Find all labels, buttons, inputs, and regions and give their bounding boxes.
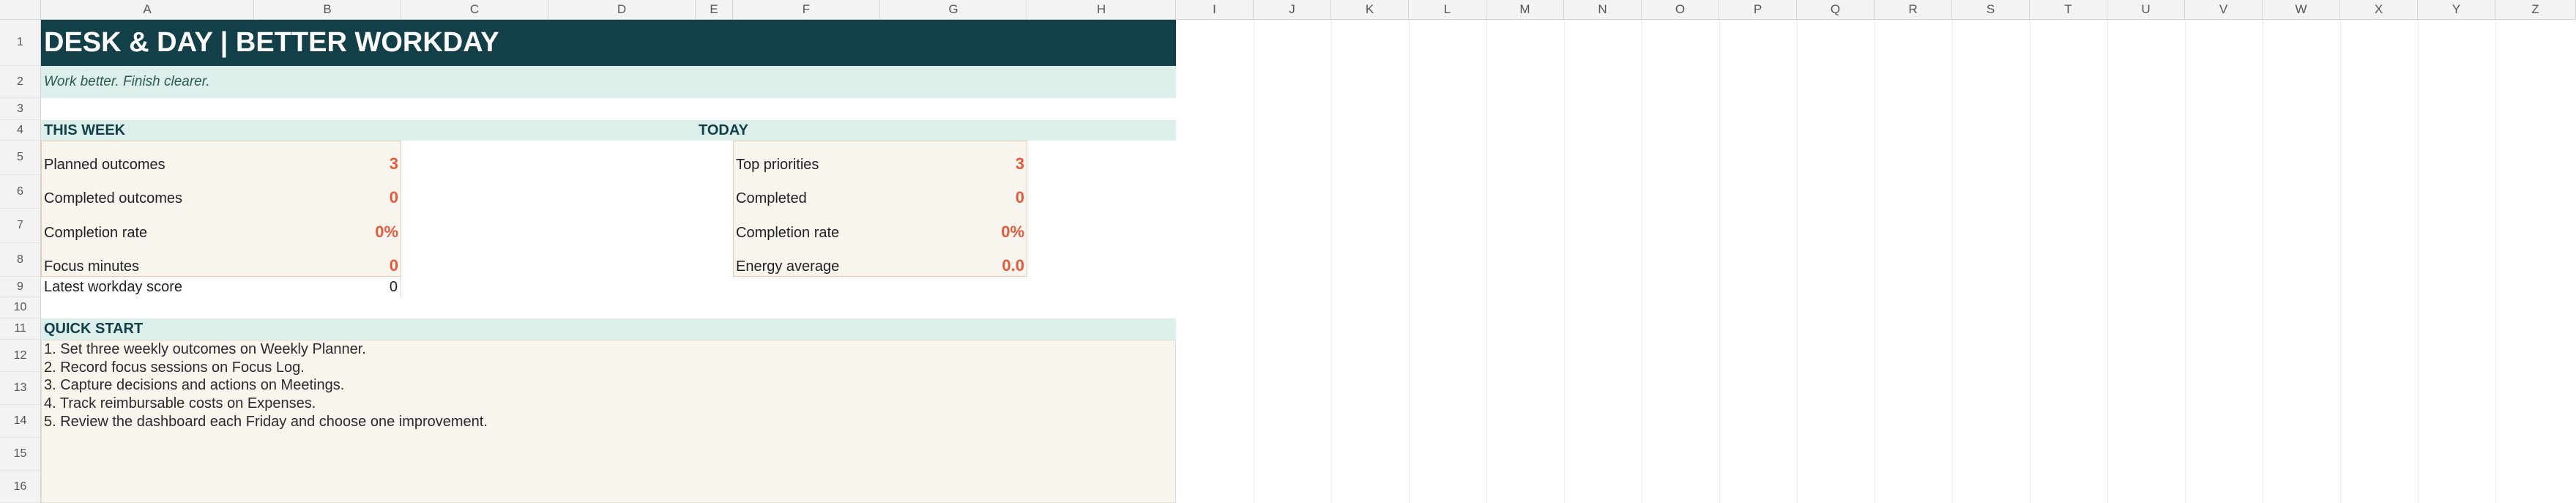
kpi-label-energy-average[interactable]: Energy average xyxy=(733,243,880,277)
row-header-14[interactable]: 14 xyxy=(0,405,41,438)
kpi-value-focus-minutes[interactable]: 0 xyxy=(254,243,401,277)
column-header-o[interactable]: O xyxy=(1642,0,1719,20)
dashboard-title[interactable]: DESK & DAY | BETTER WORKDAY xyxy=(41,20,1176,66)
column-header-p[interactable]: P xyxy=(1719,0,1797,20)
kpi-value-completed-outcomes[interactable]: 0 xyxy=(254,175,401,209)
kpi-value-planned-outcomes[interactable]: 3 xyxy=(254,141,401,175)
grid-line xyxy=(2107,20,2108,503)
grid-line xyxy=(1719,20,1720,503)
grid-line xyxy=(2495,20,2496,503)
grid-line xyxy=(1409,20,1410,503)
quick-start-step-2[interactable]: 2. Record focus sessions on Focus Log. xyxy=(44,359,305,376)
row-header-3[interactable]: 3 xyxy=(0,98,41,120)
spreadsheet-grid: A B C D E F G H I J K L M N O P Q R S T … xyxy=(0,0,2576,503)
row-header-16[interactable]: 16 xyxy=(0,471,41,503)
quick-start-step-3[interactable]: 3. Capture decisions and actions on Meet… xyxy=(44,377,344,394)
kpi-value-completion-rate-today[interactable]: 0% xyxy=(880,209,1027,243)
quick-start-step-4[interactable]: 4. Track reimbursable costs on Expenses. xyxy=(44,395,316,412)
column-header-k[interactable]: K xyxy=(1331,0,1409,20)
kpi-value-completed-today[interactable]: 0 xyxy=(880,175,1027,209)
row-header-5[interactable]: 5 xyxy=(0,141,41,175)
column-header-g[interactable]: G xyxy=(880,0,1027,20)
column-header-c[interactable]: C xyxy=(401,0,548,20)
select-all-corner[interactable] xyxy=(0,0,41,20)
kpi-label-top-priorities[interactable]: Top priorities xyxy=(733,141,880,175)
column-header-u[interactable]: U xyxy=(2107,0,2185,20)
row-header-10[interactable]: 10 xyxy=(0,297,41,318)
column-header-b[interactable]: B xyxy=(254,0,401,20)
row-header-11[interactable]: 11 xyxy=(0,318,41,340)
grid-line xyxy=(1486,20,1487,503)
column-header-d[interactable]: D xyxy=(548,0,696,20)
row-header-15[interactable]: 15 xyxy=(0,438,41,471)
quick-start-heading[interactable]: QUICK START xyxy=(41,318,1176,340)
row-header-13[interactable]: 13 xyxy=(0,372,41,405)
kpi-label-completed-outcomes[interactable]: Completed outcomes xyxy=(41,175,254,209)
kpi-value-top-priorities[interactable]: 3 xyxy=(880,141,1027,175)
row-header-7[interactable]: 7 xyxy=(0,209,41,243)
column-header-y[interactable]: Y xyxy=(2418,0,2495,20)
column-header-j[interactable]: J xyxy=(1254,0,1331,20)
column-header-h[interactable]: H xyxy=(1027,0,1176,20)
latest-workday-score-value[interactable]: 0 xyxy=(254,277,401,297)
latest-workday-score-label[interactable]: Latest workday score xyxy=(41,277,254,297)
dashboard-subtitle[interactable]: Work better. Finish clearer. xyxy=(41,66,1176,98)
column-header-r[interactable]: R xyxy=(1875,0,1952,20)
kpi-label-completed-today[interactable]: Completed xyxy=(733,175,880,209)
grid-line xyxy=(1952,20,1953,503)
quick-start-step-1[interactable]: 1. Set three weekly outcomes on Weekly P… xyxy=(44,341,366,358)
kpi-value-energy-average[interactable]: 0.0 xyxy=(880,243,1027,277)
column-header-w[interactable]: W xyxy=(2263,0,2340,20)
column-header-n[interactable]: N xyxy=(1564,0,1642,20)
kpi-label-focus-minutes[interactable]: Focus minutes xyxy=(41,243,254,277)
column-header-v[interactable]: V xyxy=(2185,0,2263,20)
kpi-label-completion-rate-today[interactable]: Completion rate xyxy=(733,209,880,243)
grid-line xyxy=(1331,20,1332,503)
grid-line xyxy=(2418,20,2419,503)
grid-line xyxy=(1797,20,1798,503)
column-header-a[interactable]: A xyxy=(41,0,254,20)
column-header-f[interactable]: F xyxy=(733,0,880,20)
column-header-i[interactable]: I xyxy=(1176,0,1254,20)
column-header-t[interactable]: T xyxy=(2030,0,2107,20)
column-header-l[interactable]: L xyxy=(1409,0,1486,20)
row-header-12[interactable]: 12 xyxy=(0,340,41,372)
column-header-x[interactable]: X xyxy=(2340,0,2418,20)
kpi-value-completion-rate-week[interactable]: 0% xyxy=(254,209,401,243)
column-header-e[interactable]: E xyxy=(696,0,733,20)
grid-line xyxy=(2185,20,2186,503)
column-header-s[interactable]: S xyxy=(1952,0,2030,20)
row-header-9[interactable]: 9 xyxy=(0,277,41,297)
this-week-heading[interactable]: THIS WEEK xyxy=(44,120,125,141)
row-header-6[interactable]: 6 xyxy=(0,175,41,209)
kpi-label-planned-outcomes[interactable]: Planned outcomes xyxy=(41,141,254,175)
row-header-1[interactable]: 1 xyxy=(0,20,41,66)
row-header-8[interactable]: 8 xyxy=(0,243,41,277)
grid-line xyxy=(1564,20,1565,503)
grid-line xyxy=(2340,20,2341,503)
row-header-4[interactable]: 4 xyxy=(0,120,41,141)
kpi-label-completion-rate-week[interactable]: Completion rate xyxy=(41,209,254,243)
row-header-2[interactable]: 2 xyxy=(0,66,41,98)
today-heading[interactable]: TODAY xyxy=(699,120,748,141)
section-header-band xyxy=(41,120,1176,141)
column-header-m[interactable]: M xyxy=(1486,0,1564,20)
column-header-q[interactable]: Q xyxy=(1797,0,1875,20)
column-header-z[interactable]: Z xyxy=(2495,0,2576,20)
quick-start-step-5[interactable]: 5. Review the dashboard each Friday and … xyxy=(44,414,488,431)
